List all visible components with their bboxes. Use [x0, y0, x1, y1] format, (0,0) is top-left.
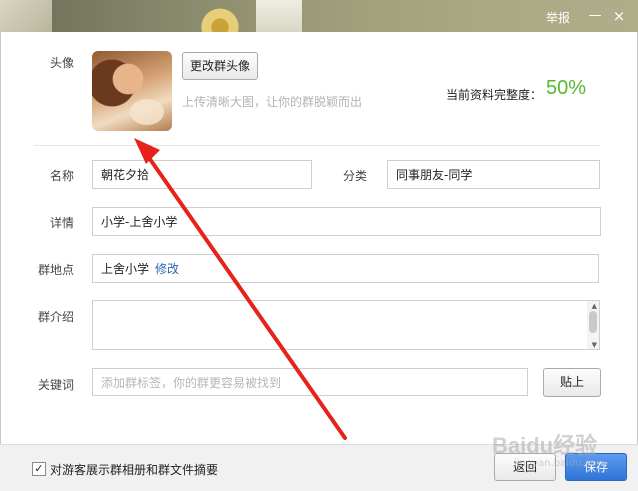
scroll-down-icon[interactable]: ▼	[592, 341, 597, 349]
title-decoration-paper	[0, 0, 52, 32]
title-decoration-flower	[196, 8, 244, 32]
keywords-label: 关键词	[38, 378, 75, 392]
close-icon[interactable]: ×	[610, 7, 628, 25]
intro-textarea[interactable]: ▲ ▼	[92, 300, 600, 350]
category-label: 分类	[343, 169, 368, 183]
scroll-up-icon[interactable]: ▲	[592, 302, 597, 310]
intro-label: 群介绍	[38, 310, 75, 324]
section-divider	[34, 145, 600, 146]
details-label: 详情	[50, 216, 75, 230]
group-avatar[interactable]	[92, 51, 172, 131]
name-label: 名称	[50, 169, 75, 183]
minimize-icon[interactable]: —	[586, 7, 604, 25]
baidu-watermark: Baidu经验	[492, 433, 598, 458]
change-avatar-button[interactable]: 更改群头像	[182, 52, 258, 80]
location-label: 群地点	[38, 263, 75, 277]
avatar-hint: 上传清晰大图，让你的群脱颖而出	[182, 95, 363, 109]
window-border-left	[0, 32, 1, 444]
show-album-checkbox[interactable]: ✓	[32, 462, 46, 476]
details-input[interactable]: 小学-上舍小学	[92, 207, 601, 236]
completeness-label: 当前资料完整度：	[446, 88, 543, 102]
intro-scrollbar[interactable]: ▲ ▼	[587, 301, 599, 349]
title-bar: 举报 — ×	[0, 0, 638, 32]
edit-location-link[interactable]: 修改	[155, 262, 179, 276]
show-album-label[interactable]: 对游客展示群相册和群文件摘要	[50, 461, 218, 478]
title-decoration-frame	[256, 0, 302, 32]
report-link[interactable]: 举报	[546, 9, 570, 26]
category-select[interactable]: 同事朋友-同学	[387, 160, 600, 189]
avatar-label: 头像	[50, 56, 75, 70]
location-field: 上舍小学 修改	[92, 254, 599, 283]
name-input[interactable]: 朝花夕拾	[92, 160, 312, 189]
scroll-thumb[interactable]	[589, 311, 597, 333]
location-value: 上舍小学	[101, 262, 150, 276]
completeness-value: 50%	[546, 77, 587, 99]
checkmark-icon: ✓	[34, 462, 44, 475]
paste-button[interactable]: 贴上	[543, 368, 601, 397]
keywords-input[interactable]: 添加群标签，你的群更容易被找到	[92, 368, 528, 396]
baidu-watermark-url: jingyan.baidu.com	[514, 458, 607, 469]
